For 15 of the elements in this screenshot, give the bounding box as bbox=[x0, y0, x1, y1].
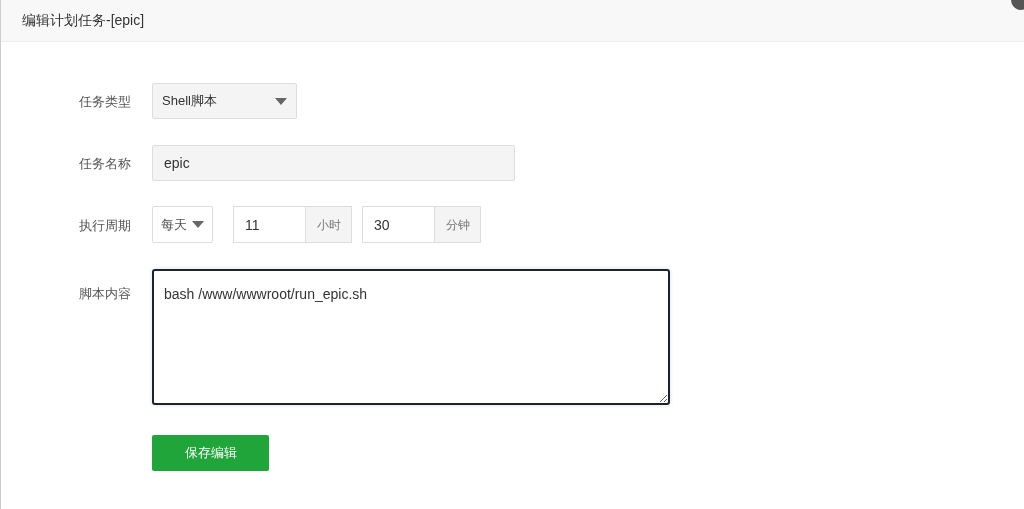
field-label: 任务类型 bbox=[79, 94, 131, 109]
hour-unit: 小时 bbox=[306, 206, 352, 243]
script-textarea[interactable]: bash /www/wwwroot/run_epic.sh bbox=[152, 269, 670, 405]
window-title: 编辑计划任务-[epic] bbox=[22, 11, 145, 30]
minute-unit: 分钟 bbox=[435, 206, 481, 243]
field-label: 脚本内容 bbox=[79, 286, 131, 301]
period-select[interactable]: 每天 bbox=[152, 206, 213, 243]
field-label: 执行周期 bbox=[79, 217, 131, 233]
minute-field[interactable]: 30 bbox=[362, 206, 435, 243]
task-name-field[interactable]: epic bbox=[152, 145, 515, 181]
task-type-select[interactable]: Shell脚本 bbox=[152, 83, 297, 119]
caret-icon bbox=[192, 221, 204, 228]
caret-icon bbox=[275, 97, 287, 105]
hour-field[interactable]: 11 bbox=[233, 206, 306, 243]
field-label: 任务名称 bbox=[79, 156, 131, 171]
